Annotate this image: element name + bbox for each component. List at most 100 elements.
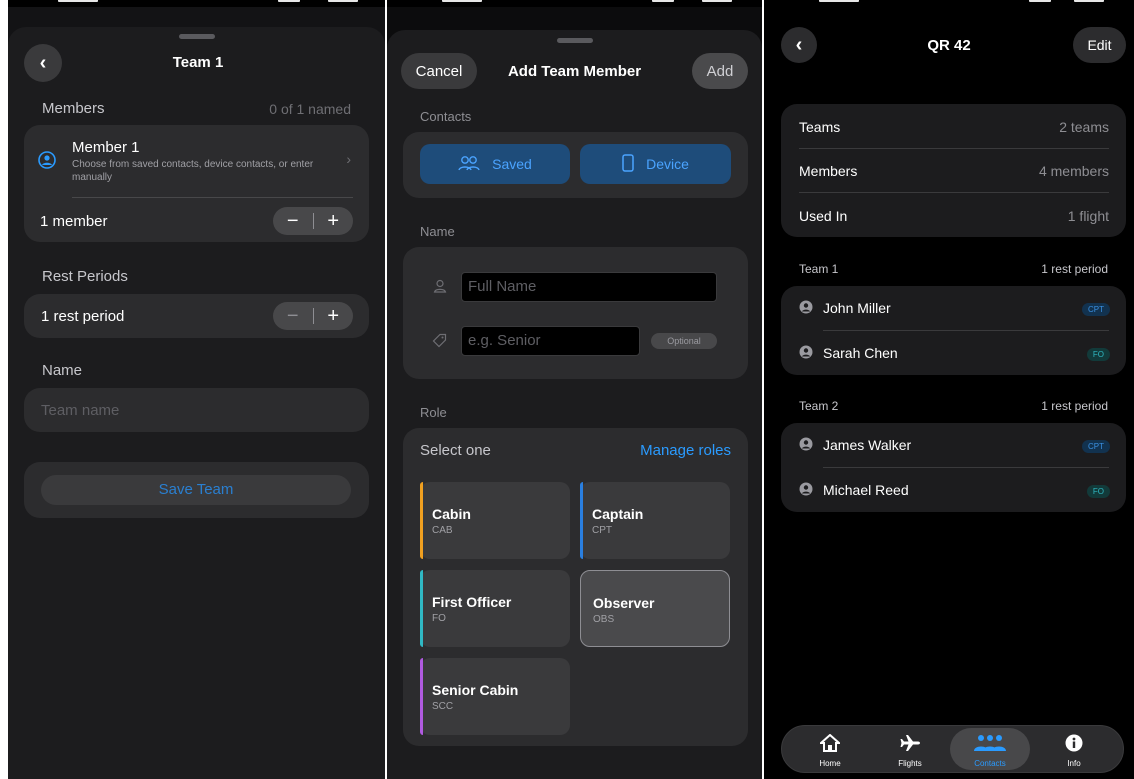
- full-name-placeholder: Full Name: [468, 278, 537, 295]
- role-code: SCC: [432, 701, 454, 712]
- role-name: Senior Cabin: [432, 682, 519, 698]
- member-stepper[interactable]: − +: [273, 207, 353, 235]
- role-badge: CPT: [1082, 303, 1110, 316]
- optional-badge: Optional: [651, 333, 717, 349]
- name-section-label: Name: [420, 224, 455, 239]
- edit-button[interactable]: Edit: [1073, 27, 1126, 63]
- team-card: James Walker CPT Michael Reed FO: [781, 423, 1126, 512]
- divider: [72, 197, 353, 198]
- role-name: Captain: [592, 506, 644, 522]
- role-code: FO: [432, 613, 446, 624]
- role-section-label: Role: [420, 405, 447, 420]
- list-item[interactable]: Michael Reed FO: [781, 468, 1126, 512]
- summary-value: 4 members: [1038, 163, 1109, 179]
- member-name: Michael Reed: [823, 482, 909, 498]
- summary-value: 1 flight: [1067, 208, 1109, 224]
- page-title: Team 1: [172, 54, 224, 71]
- summary-label: Members: [799, 163, 858, 179]
- role-badge: CPT: [1082, 440, 1110, 453]
- role-option-cabin[interactable]: Cabin CAB: [420, 482, 570, 559]
- tab-label: Home: [819, 759, 841, 768]
- rest-periods-label: Rest Periods: [42, 268, 128, 285]
- role-accent: [420, 658, 423, 735]
- chevron-left-icon: ‹: [39, 51, 47, 74]
- team-header-name: Team 2: [799, 399, 839, 413]
- role-badge: FO: [1086, 485, 1110, 498]
- role-code: CAB: [432, 525, 453, 536]
- role-name: Observer: [593, 595, 655, 611]
- name-section-label: Name: [42, 362, 83, 379]
- member-row[interactable]: Member 1 Choose from saved contacts, dev…: [24, 125, 369, 195]
- save-card: Save Team: [24, 462, 369, 518]
- role-option-captain[interactable]: Captain CPT: [580, 482, 730, 559]
- tab-bar: Home Flights Contacts Info: [781, 725, 1124, 773]
- role-code: CPT: [592, 525, 612, 536]
- manage-roles-link[interactable]: Manage roles: [640, 442, 731, 459]
- saved-contacts-button[interactable]: Saved: [420, 144, 570, 184]
- decrement-button[interactable]: −: [273, 207, 313, 235]
- team-name-input[interactable]: Team name: [24, 388, 369, 432]
- rest-stepper[interactable]: − +: [273, 302, 353, 330]
- increment-button[interactable]: +: [314, 302, 354, 330]
- crew-detail-screen: ‹ QR 42 Edit Teams 2 teams Members 4 mem…: [764, 0, 1134, 779]
- role-option-first-officer[interactable]: First Officer FO: [420, 570, 570, 647]
- team-edit-screen: ‹ Team 1 Members 0 of 1 named Member 1 C…: [8, 0, 385, 779]
- role-accent: [580, 482, 583, 559]
- role-card: Select one Manage roles Cabin CAB Captai…: [403, 428, 748, 746]
- sheet-grabber[interactable]: [178, 34, 215, 39]
- tab-info[interactable]: Info: [1034, 728, 1114, 770]
- tab-label: Contacts: [974, 759, 1006, 768]
- house-icon: [790, 733, 870, 757]
- contacts-section-label: Contacts: [420, 109, 472, 124]
- team-sheet: ‹ Team 1 Members 0 of 1 named Member 1 C…: [8, 27, 385, 779]
- info-icon: [1034, 734, 1114, 757]
- back-button[interactable]: ‹: [781, 27, 817, 63]
- person-circle-icon: [799, 300, 813, 319]
- device-contacts-button[interactable]: Device: [580, 144, 731, 184]
- cancel-button[interactable]: Cancel: [401, 53, 477, 89]
- decrement-button[interactable]: −: [273, 302, 313, 330]
- tag-icon: [432, 333, 447, 353]
- full-name-input[interactable]: Full Name: [461, 272, 717, 302]
- sheet-grabber[interactable]: [556, 38, 593, 43]
- name-card: Full Name e.g. Senior Optional: [403, 247, 748, 379]
- list-item[interactable]: James Walker CPT: [781, 423, 1126, 467]
- divider: [799, 192, 1109, 193]
- status-bar: [764, 0, 1134, 7]
- phone-icon: [622, 153, 634, 175]
- chevron-right-icon: ›: [346, 151, 351, 167]
- summary-label: Teams: [799, 119, 841, 135]
- summary-card: Teams 2 teams Members 4 members Used In …: [781, 104, 1126, 237]
- device-label: Device: [646, 156, 689, 172]
- role-option-senior-cabin[interactable]: Senior Cabin SCC: [420, 658, 570, 735]
- person-circle-icon: [799, 482, 813, 501]
- member-name: John Miller: [823, 300, 891, 316]
- list-item[interactable]: John Miller CPT: [781, 286, 1126, 330]
- save-team-button[interactable]: Save Team: [41, 475, 351, 505]
- member-count-text: 1 member: [40, 213, 108, 230]
- increment-button[interactable]: +: [314, 207, 354, 235]
- tab-home[interactable]: Home: [790, 728, 870, 770]
- tab-contacts[interactable]: Contacts: [950, 728, 1030, 770]
- back-button[interactable]: ‹: [24, 44, 62, 82]
- seniority-placeholder: e.g. Senior: [468, 332, 541, 349]
- chevron-left-icon: ‹: [795, 33, 803, 56]
- member-name: Member 1: [72, 139, 140, 156]
- add-member-sheet: Cancel Add Team Member Add Contacts Save…: [387, 30, 762, 779]
- person-circle-icon: [799, 437, 813, 456]
- role-name: First Officer: [432, 594, 512, 610]
- role-badge: FO: [1086, 348, 1110, 361]
- list-item[interactable]: Sarah Chen FO: [781, 331, 1126, 375]
- role-option-observer[interactable]: Observer OBS: [580, 570, 730, 647]
- member-name: Sarah Chen: [823, 345, 898, 361]
- role-accent: [420, 570, 423, 647]
- team-name-placeholder: Team name: [41, 402, 120, 419]
- rest-periods-card: 1 rest period − +: [24, 294, 369, 338]
- seniority-input[interactable]: e.g. Senior: [461, 326, 640, 356]
- tab-flights[interactable]: Flights: [870, 728, 950, 770]
- status-bar: [8, 0, 385, 7]
- add-button[interactable]: Add: [692, 53, 748, 89]
- member-hint: Choose from saved contacts, device conta…: [72, 159, 314, 183]
- team-header-rest: 1 rest period: [1041, 399, 1108, 413]
- members-named-count: 0 of 1 named: [269, 101, 351, 117]
